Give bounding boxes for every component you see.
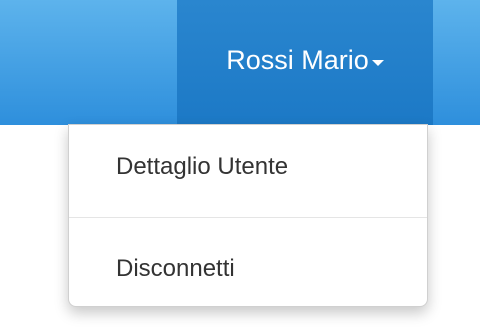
top-navbar: Rossi Mario bbox=[0, 0, 480, 125]
caret-down-icon bbox=[371, 59, 384, 66]
user-menu-label: Rossi Mario bbox=[226, 45, 369, 75]
menu-item-user-details[interactable]: Dettaglio Utente bbox=[69, 137, 427, 197]
menu-divider bbox=[69, 217, 427, 218]
user-dropdown-menu: Dettaglio Utente Disconnetti bbox=[68, 124, 428, 307]
menu-item-label: Dettaglio Utente bbox=[116, 153, 289, 180]
menu-item-label: Disconnetti bbox=[116, 255, 235, 282]
menu-item-logout[interactable]: Disconnetti bbox=[69, 239, 427, 299]
user-menu-toggle[interactable]: Rossi Mario bbox=[177, 0, 433, 125]
